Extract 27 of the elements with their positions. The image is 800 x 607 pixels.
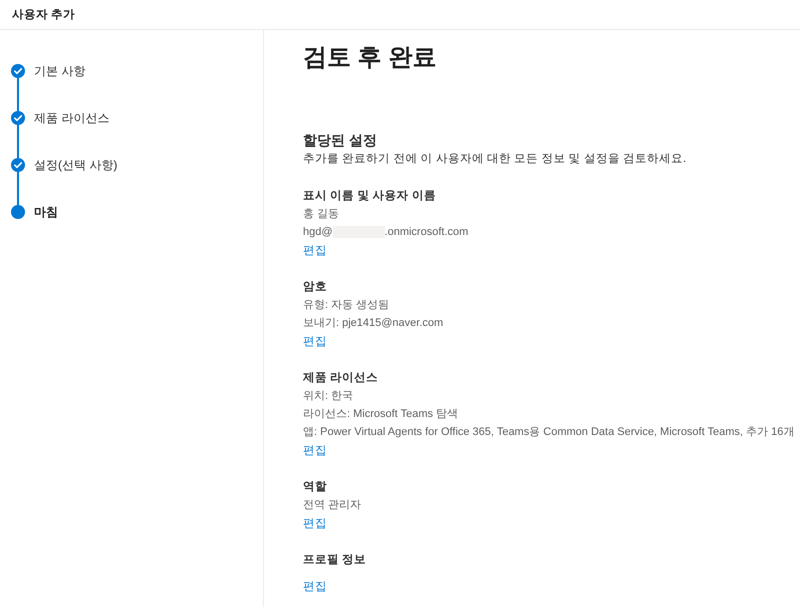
panel-title: 사용자 추가 — [12, 8, 76, 22]
field-value: 유형: 자동 생성됨 — [303, 298, 390, 313]
field-value: 위치: 한국 — [303, 389, 354, 404]
field-value: 보내기: pje1415@naver.com — [303, 316, 444, 331]
description-text: 추가를 완료하기 전에 이 사용자에 대한 모든 정보 및 설정을 검토하세요. — [303, 152, 688, 167]
field-heading: 암호 — [303, 280, 328, 295]
email-prefix: hgd@ — [303, 225, 333, 240]
field-heading: 역할 — [303, 480, 328, 495]
step-link[interactable]: 제품 라이선스 — [34, 111, 110, 125]
field-heading: 프로필 정보 — [303, 553, 368, 568]
edit-link[interactable]: 편집 — [303, 443, 327, 459]
field-value: 전역 관리자 — [303, 498, 362, 513]
field-heading: 제품 라이선스 — [303, 371, 380, 386]
edit-link[interactable]: 편집 — [303, 516, 327, 532]
field-value: 앱: Power Virtual Agents for Office 365, Teams용 Common Data Service, Microsoft Teams, 추가 16개 — [303, 425, 796, 440]
step-link[interactable]: 기본 사항 — [34, 64, 86, 78]
field-value: 라이선스: Microsoft Teams 탐색 — [303, 407, 460, 422]
field-heading: 표시 이름 및 사용자 이름 — [303, 189, 437, 204]
page-heading: 검토 후 완료 — [303, 43, 438, 73]
edit-link[interactable]: 편집 — [303, 334, 327, 350]
edit-link[interactable]: 편집 — [303, 243, 327, 259]
email-domain: .onmicrosoft.com — [384, 225, 468, 240]
step-link[interactable]: 마침 — [34, 205, 58, 219]
edit-link[interactable]: 편집 — [303, 579, 327, 595]
section-heading: 할당된 설정 — [303, 131, 378, 150]
step-link[interactable]: 설정(선택 사항) — [34, 158, 118, 172]
field-value: 홍 길동 — [303, 207, 340, 222]
